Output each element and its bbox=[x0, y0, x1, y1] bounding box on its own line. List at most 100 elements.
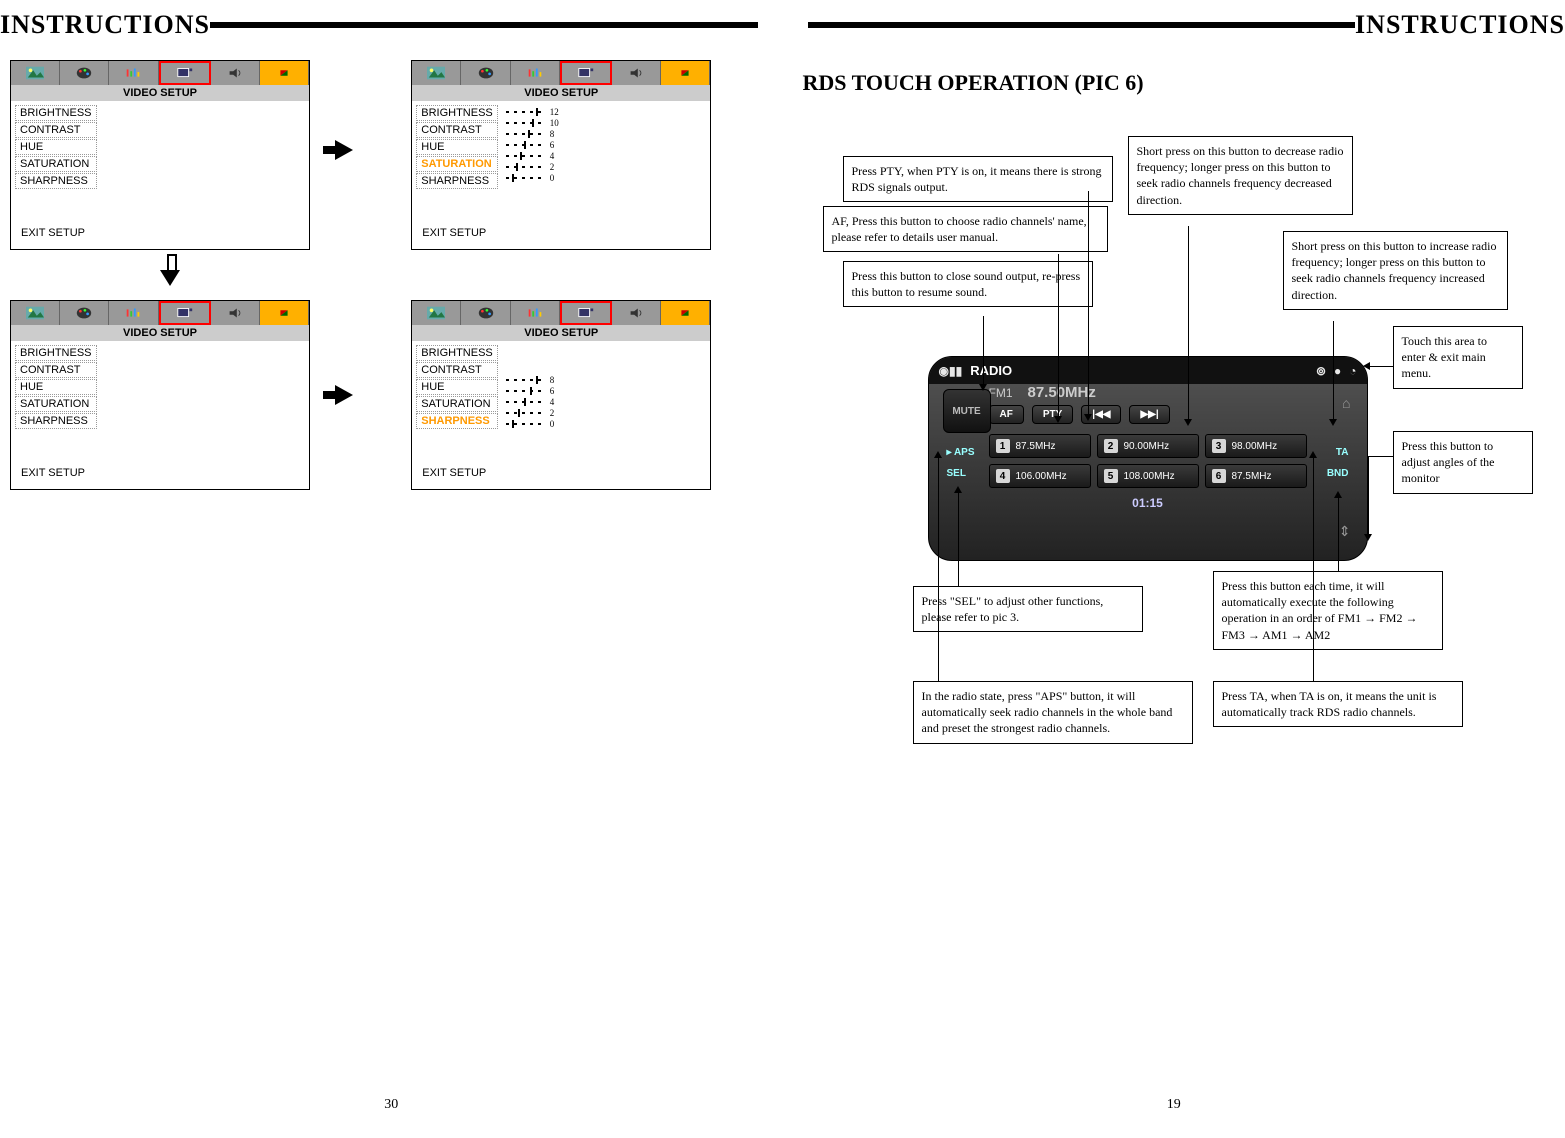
arrowhead-icon bbox=[934, 451, 942, 458]
setup-item-brightness[interactable]: BRIGHTNESS bbox=[416, 345, 498, 361]
callout-pty: Press PTY, when PTY is on, it means ther… bbox=[843, 156, 1113, 202]
preset-2[interactable]: 290.00MHz bbox=[1097, 434, 1199, 458]
setup-list: BRIGHTNESS CONTRAST HUE SATURATION SHARP… bbox=[416, 105, 498, 217]
tab-speaker-icon[interactable] bbox=[211, 61, 260, 85]
exit-setup[interactable]: EXIT SETUP bbox=[11, 221, 309, 249]
setup-item-hue[interactable]: HUE bbox=[416, 379, 498, 395]
bar-val: 10 bbox=[550, 118, 559, 128]
mute-button[interactable]: MUTE bbox=[943, 389, 991, 433]
empty-cell bbox=[411, 260, 772, 290]
leader-line bbox=[913, 681, 938, 682]
tab-volume-icon[interactable] bbox=[661, 61, 710, 85]
tab-speaker-icon[interactable] bbox=[612, 301, 661, 325]
tab-picture-icon[interactable] bbox=[11, 61, 60, 85]
setup-item-hue[interactable]: HUE bbox=[416, 139, 498, 155]
exit-setup[interactable]: EXIT SETUP bbox=[412, 221, 710, 249]
setup-item-brightness[interactable]: BRIGHTNESS bbox=[15, 345, 97, 361]
exit-setup[interactable]: EXIT SETUP bbox=[412, 461, 710, 489]
arrowhead-icon bbox=[979, 384, 987, 391]
preset-1[interactable]: 187.5MHz bbox=[989, 434, 1091, 458]
exit-setup[interactable]: EXIT SETUP bbox=[11, 461, 309, 489]
frequency-readout: 87.50MHz bbox=[1028, 384, 1096, 401]
setup-item-contrast[interactable]: CONTRAST bbox=[15, 122, 97, 138]
tab-equalizer-icon[interactable] bbox=[511, 61, 560, 85]
arrowhead-icon bbox=[1364, 534, 1372, 541]
tab-equalizer-icon[interactable] bbox=[511, 301, 560, 325]
setup-title: VIDEO SETUP bbox=[412, 325, 710, 341]
ta-button[interactable]: TA bbox=[1327, 447, 1349, 458]
tab-picture-icon[interactable] bbox=[11, 301, 60, 325]
setup-title: VIDEO SETUP bbox=[11, 85, 309, 101]
arrow-right-icon bbox=[335, 140, 353, 160]
disc-icon: ◉▮▮ bbox=[939, 364, 963, 378]
bnd-button[interactable]: BND bbox=[1327, 468, 1349, 479]
next-track-button[interactable]: ▶▶| bbox=[1129, 405, 1169, 424]
tab-volume-icon[interactable] bbox=[661, 301, 710, 325]
setup-item-contrast[interactable]: CONTRAST bbox=[416, 362, 498, 378]
setup-item-contrast[interactable]: CONTRAST bbox=[15, 362, 97, 378]
tab-equalizer-icon[interactable] bbox=[109, 301, 158, 325]
bar-val: 4 bbox=[550, 397, 555, 407]
preset-6[interactable]: 687.5MHz bbox=[1205, 464, 1307, 488]
setup-item-contrast[interactable]: CONTRAST bbox=[416, 122, 498, 138]
preset-num: 3 bbox=[1212, 439, 1226, 453]
setup-item-sharpness[interactable]: SHARPNESS bbox=[416, 413, 498, 429]
setup-item-saturation[interactable]: SATURATION bbox=[15, 156, 97, 172]
setup-cell-4: VIDEO SETUP BRIGHTNESS CONTRAST HUE SATU… bbox=[411, 300, 772, 490]
tab-equalizer-icon[interactable] bbox=[109, 61, 158, 85]
right-page: INSTRUCTIONS RDS TOUCH OPERATION (PIC 6)… bbox=[783, 0, 1565, 1138]
setup-item-hue[interactable]: HUE bbox=[15, 379, 97, 395]
leader-line bbox=[1368, 456, 1369, 536]
setup-body: BRIGHTNESS CONTRAST HUE SATURATION SHARP… bbox=[11, 101, 309, 221]
tab-speaker-icon[interactable] bbox=[211, 301, 260, 325]
tab-display-icon[interactable] bbox=[560, 61, 612, 85]
aps-button[interactable]: APS bbox=[954, 447, 975, 458]
preset-3[interactable]: 398.00MHz bbox=[1205, 434, 1307, 458]
tab-display-icon[interactable] bbox=[560, 301, 612, 325]
preset-5[interactable]: 5108.00MHz bbox=[1097, 464, 1199, 488]
left-page-number: 30 bbox=[0, 1097, 783, 1113]
setup-item-sharpness[interactable]: SHARPNESS bbox=[15, 413, 97, 429]
setup-list: BRIGHTNESS CONTRAST HUE SATURATION SHARP… bbox=[15, 345, 97, 457]
bar-val: 12 bbox=[550, 107, 559, 117]
callout-dec: Short press on this button to decrease r… bbox=[1128, 136, 1353, 215]
left-header: INSTRUCTIONS bbox=[0, 0, 783, 50]
tab-palette-icon[interactable] bbox=[461, 61, 510, 85]
tab-volume-icon[interactable] bbox=[260, 61, 309, 85]
tab-palette-icon[interactable] bbox=[461, 301, 510, 325]
arrow-down-cell bbox=[10, 260, 371, 290]
tab-speaker-icon[interactable] bbox=[612, 61, 661, 85]
callout-menu: Touch this area to enter & exit main men… bbox=[1393, 326, 1523, 389]
home-icon[interactable]: ⌂ bbox=[1342, 395, 1350, 411]
tab-palette-icon[interactable] bbox=[60, 61, 109, 85]
setup-panel-1: VIDEO SETUP BRIGHTNESS CONTRAST HUE SATU… bbox=[10, 60, 310, 250]
tab-display-icon[interactable] bbox=[159, 61, 211, 85]
tab-picture-icon[interactable] bbox=[412, 301, 461, 325]
setup-item-hue[interactable]: HUE bbox=[15, 139, 97, 155]
preset-grid: 187.5MHz 290.00MHz 398.00MHz 4106.00MHz … bbox=[989, 434, 1307, 488]
setup-item-saturation[interactable]: SATURATION bbox=[15, 396, 97, 412]
tab-volume-icon[interactable] bbox=[260, 301, 309, 325]
setup-item-saturation[interactable]: SATURATION bbox=[416, 156, 498, 172]
setup-item-brightness[interactable]: BRIGHTNESS bbox=[15, 105, 97, 121]
angle-icon[interactable]: ⇕ bbox=[1339, 523, 1351, 540]
tab-picture-icon[interactable] bbox=[412, 61, 461, 85]
tab-display-icon[interactable] bbox=[159, 301, 211, 325]
arrowhead-icon bbox=[1184, 419, 1192, 426]
callout-af: AF, Press this button to choose radio ch… bbox=[823, 206, 1108, 252]
rds-diagram: Press PTY, when PTY is on, it means ther… bbox=[783, 126, 1565, 826]
sel-button[interactable]: SEL bbox=[947, 468, 975, 479]
setup-body: BRIGHTNESS CONTRAST HUE SATURATION SHARP… bbox=[412, 101, 710, 221]
af-button[interactable]: AF bbox=[989, 405, 1024, 424]
setup-item-sharpness[interactable]: SHARPNESS bbox=[15, 173, 97, 189]
tab-palette-icon[interactable] bbox=[60, 301, 109, 325]
setup-item-brightness[interactable]: BRIGHTNESS bbox=[416, 105, 498, 121]
setup-item-saturation[interactable]: SATURATION bbox=[416, 396, 498, 412]
callout-mute: Press this button to close sound output,… bbox=[843, 261, 1093, 307]
leader-line bbox=[1338, 496, 1339, 571]
setup-panel-4: VIDEO SETUP BRIGHTNESS CONTRAST HUE SATU… bbox=[411, 300, 711, 490]
setup-item-sharpness[interactable]: SHARPNESS bbox=[416, 173, 498, 189]
setup-cell-1: VIDEO SETUP BRIGHTNESS CONTRAST HUE SATU… bbox=[10, 60, 371, 250]
setup-bars: 12 10 8 6 4 2 0 bbox=[506, 105, 559, 217]
preset-4[interactable]: 4106.00MHz bbox=[989, 464, 1091, 488]
